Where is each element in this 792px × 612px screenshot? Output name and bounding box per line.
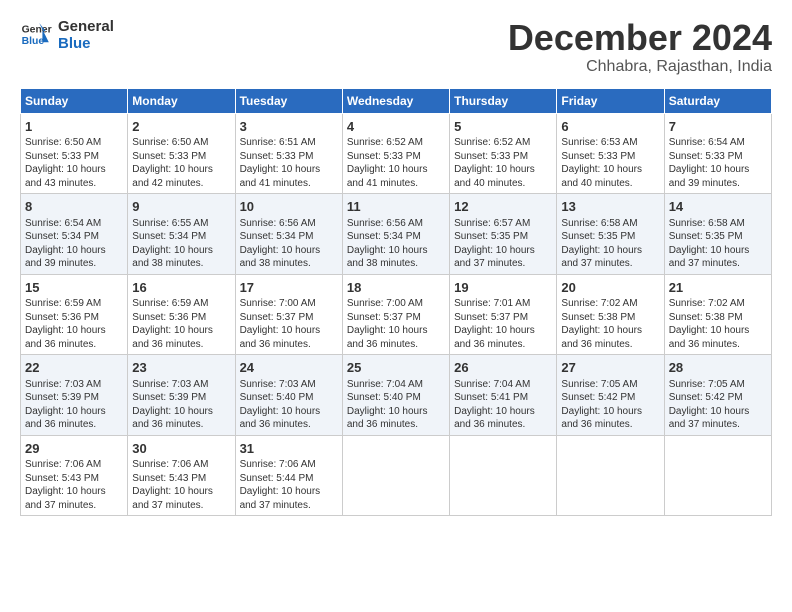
table-row: 11 Sunrise: 6:56 AM Sunset: 5:34 PM Dayl… — [342, 194, 449, 275]
table-row: 1 Sunrise: 6:50 AM Sunset: 5:33 PM Dayli… — [21, 113, 128, 194]
table-row: 27 Sunrise: 7:05 AM Sunset: 5:42 PM Dayl… — [557, 355, 664, 436]
logo-blue: Blue — [58, 35, 114, 52]
table-row: 10 Sunrise: 6:56 AM Sunset: 5:34 PM Dayl… — [235, 194, 342, 275]
table-row: 18 Sunrise: 7:00 AM Sunset: 5:37 PM Dayl… — [342, 274, 449, 355]
table-row: 25 Sunrise: 7:04 AM Sunset: 5:40 PM Dayl… — [342, 355, 449, 436]
table-row: 26 Sunrise: 7:04 AM Sunset: 5:41 PM Dayl… — [450, 355, 557, 436]
logo-general: General — [58, 18, 114, 35]
calendar-row: 29 Sunrise: 7:06 AM Sunset: 5:43 PM Dayl… — [21, 435, 772, 516]
col-friday: Friday — [557, 88, 664, 113]
table-row: 24 Sunrise: 7:03 AM Sunset: 5:40 PM Dayl… — [235, 355, 342, 436]
table-row: 20 Sunrise: 7:02 AM Sunset: 5:38 PM Dayl… — [557, 274, 664, 355]
calendar-header-row: Sunday Monday Tuesday Wednesday Thursday… — [21, 88, 772, 113]
table-row: 13 Sunrise: 6:58 AM Sunset: 5:35 PM Dayl… — [557, 194, 664, 275]
col-wednesday: Wednesday — [342, 88, 449, 113]
table-row: 5 Sunrise: 6:52 AM Sunset: 5:33 PM Dayli… — [450, 113, 557, 194]
table-row: 28 Sunrise: 7:05 AM Sunset: 5:42 PM Dayl… — [664, 355, 771, 436]
col-sunday: Sunday — [21, 88, 128, 113]
table-row: 31 Sunrise: 7:06 AM Sunset: 5:44 PM Dayl… — [235, 435, 342, 516]
header: General Blue General Blue December 2024 … — [20, 18, 772, 76]
col-tuesday: Tuesday — [235, 88, 342, 113]
empty-cell — [664, 435, 771, 516]
table-row: 19 Sunrise: 7:01 AM Sunset: 5:37 PM Dayl… — [450, 274, 557, 355]
table-row: 4 Sunrise: 6:52 AM Sunset: 5:33 PM Dayli… — [342, 113, 449, 194]
location-subtitle: Chhabra, Rajasthan, India — [508, 58, 772, 76]
empty-cell — [342, 435, 449, 516]
table-row: 23 Sunrise: 7:03 AM Sunset: 5:39 PM Dayl… — [128, 355, 235, 436]
table-row: 7 Sunrise: 6:54 AM Sunset: 5:33 PM Dayli… — [664, 113, 771, 194]
title-block: December 2024 Chhabra, Rajasthan, India — [508, 18, 772, 76]
month-title: December 2024 — [508, 18, 772, 58]
table-row: 12 Sunrise: 6:57 AM Sunset: 5:35 PM Dayl… — [450, 194, 557, 275]
col-saturday: Saturday — [664, 88, 771, 113]
table-row: 2 Sunrise: 6:50 AM Sunset: 5:33 PM Dayli… — [128, 113, 235, 194]
calendar-table: Sunday Monday Tuesday Wednesday Thursday… — [20, 88, 772, 517]
table-row: 14 Sunrise: 6:58 AM Sunset: 5:35 PM Dayl… — [664, 194, 771, 275]
svg-text:General: General — [22, 25, 52, 36]
empty-cell — [450, 435, 557, 516]
table-row: 30 Sunrise: 7:06 AM Sunset: 5:43 PM Dayl… — [128, 435, 235, 516]
col-monday: Monday — [128, 88, 235, 113]
col-thursday: Thursday — [450, 88, 557, 113]
calendar-row: 8 Sunrise: 6:54 AM Sunset: 5:34 PM Dayli… — [21, 194, 772, 275]
calendar-row: 15 Sunrise: 6:59 AM Sunset: 5:36 PM Dayl… — [21, 274, 772, 355]
table-row: 17 Sunrise: 7:00 AM Sunset: 5:37 PM Dayl… — [235, 274, 342, 355]
table-row: 16 Sunrise: 6:59 AM Sunset: 5:36 PM Dayl… — [128, 274, 235, 355]
calendar-row: 1 Sunrise: 6:50 AM Sunset: 5:33 PM Dayli… — [21, 113, 772, 194]
calendar-row: 22 Sunrise: 7:03 AM Sunset: 5:39 PM Dayl… — [21, 355, 772, 436]
table-row: 9 Sunrise: 6:55 AM Sunset: 5:34 PM Dayli… — [128, 194, 235, 275]
table-row: 3 Sunrise: 6:51 AM Sunset: 5:33 PM Dayli… — [235, 113, 342, 194]
table-row: 8 Sunrise: 6:54 AM Sunset: 5:34 PM Dayli… — [21, 194, 128, 275]
table-row: 22 Sunrise: 7:03 AM Sunset: 5:39 PM Dayl… — [21, 355, 128, 436]
empty-cell — [557, 435, 664, 516]
table-row: 15 Sunrise: 6:59 AM Sunset: 5:36 PM Dayl… — [21, 274, 128, 355]
logo: General Blue General Blue — [20, 18, 114, 53]
svg-text:Blue: Blue — [22, 36, 45, 47]
table-row: 29 Sunrise: 7:06 AM Sunset: 5:43 PM Dayl… — [21, 435, 128, 516]
page-container: General Blue General Blue December 2024 … — [0, 0, 792, 526]
logo-icon: General Blue — [20, 21, 52, 49]
table-row: 21 Sunrise: 7:02 AM Sunset: 5:38 PM Dayl… — [664, 274, 771, 355]
table-row: 6 Sunrise: 6:53 AM Sunset: 5:33 PM Dayli… — [557, 113, 664, 194]
